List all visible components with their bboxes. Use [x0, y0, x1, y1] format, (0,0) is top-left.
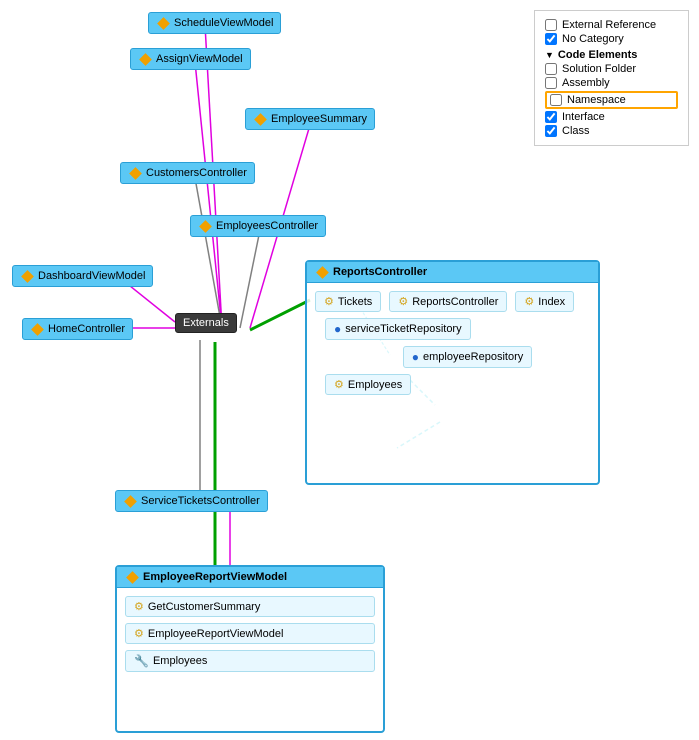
legend-interface-label: Interface	[562, 111, 605, 123]
legend-code-elements-label: Code Elements	[558, 49, 637, 61]
inner-get-customer-summary[interactable]: ⚙ GetCustomerSummary	[125, 596, 375, 617]
node-label: CustomersController	[146, 167, 247, 179]
legend-class-label: Class	[562, 125, 590, 137]
node-label: DashboardViewModel	[38, 270, 145, 282]
inner-service-ticket-repo[interactable]: ● serviceTicketRepository	[325, 318, 471, 340]
legend-code-elements-section: ▼ Code Elements	[545, 49, 678, 61]
node-customers-controller[interactable]: CustomersController	[120, 162, 255, 184]
legend-namespace[interactable]: Namespace	[545, 91, 678, 109]
node-home-controller[interactable]: HomeController	[22, 318, 133, 340]
field-icon: ●	[412, 350, 419, 364]
legend-solution-folder[interactable]: Solution Folder	[545, 63, 678, 75]
class-icon	[315, 265, 329, 279]
legend-interface[interactable]: Interface	[545, 111, 678, 123]
node-assign-view-model[interactable]: AssignViewModel	[130, 48, 251, 70]
class-icon	[128, 166, 142, 180]
container-title-employee-report: EmployeeReportViewModel	[117, 567, 383, 588]
employee-report-content: ⚙ GetCustomerSummary ⚙ EmployeeReportVie…	[117, 588, 383, 680]
legend-solution-folder-checkbox[interactable]	[545, 63, 557, 75]
legend-external-ref-label: External Reference	[562, 19, 656, 31]
node-label: AssignViewModel	[156, 53, 243, 65]
legend-no-category[interactable]: No Category	[545, 33, 678, 45]
node-employee-summary[interactable]: EmployeeSummary	[245, 108, 375, 130]
method-icon: ⚙	[324, 295, 334, 308]
class-icon	[253, 112, 267, 126]
inner-index[interactable]: ⚙ Index	[515, 291, 574, 312]
class-icon	[20, 269, 34, 283]
inner-employees-ervm[interactable]: 🔧 Employees	[125, 650, 375, 672]
method-icon: ⚙	[524, 295, 534, 308]
class-icon	[125, 570, 139, 584]
legend-class-checkbox[interactable]	[545, 125, 557, 137]
legend-no-category-label: No Category	[562, 33, 624, 45]
node-schedule-view-model[interactable]: ScheduleViewModel	[148, 12, 281, 34]
node-label: EmployeesController	[216, 220, 318, 232]
inner-reports-controller[interactable]: ⚙ ReportsController	[389, 291, 507, 312]
inner-tickets[interactable]: ⚙ Tickets	[315, 291, 381, 312]
legend-external-ref[interactable]: External Reference	[545, 19, 678, 31]
collapse-icon[interactable]: ▼	[545, 50, 554, 60]
legend-class[interactable]: Class	[545, 125, 678, 137]
legend-interface-checkbox[interactable]	[545, 111, 557, 123]
node-employees-controller[interactable]: EmployeesController	[190, 215, 326, 237]
legend-no-category-checkbox[interactable]	[545, 33, 557, 45]
container-reports-controller[interactable]: ReportsController ⚙ Tickets ⚙ ReportsCon…	[305, 260, 600, 485]
spanner-icon: 🔧	[134, 654, 149, 668]
node-label: ScheduleViewModel	[174, 17, 273, 29]
node-label: ServiceTicketsController	[141, 495, 260, 507]
field-icon: ●	[334, 322, 341, 336]
diagram-canvas: ScheduleViewModel AssignViewModel Employ…	[0, 0, 699, 740]
method-icon: ⚙	[398, 295, 408, 308]
container-employee-report-view-model[interactable]: EmployeeReportViewModel ⚙ GetCustomerSum…	[115, 565, 385, 733]
method-icon: ⚙	[334, 378, 344, 391]
legend-assembly-checkbox[interactable]	[545, 77, 557, 89]
legend-namespace-checkbox[interactable]	[550, 94, 562, 106]
reports-content: ⚙ Tickets ⚙ ReportsController ⚙ Index ● …	[307, 283, 598, 403]
class-icon	[138, 52, 152, 66]
node-dashboard-view-model[interactable]: DashboardViewModel	[12, 265, 153, 287]
class-icon	[156, 16, 170, 30]
node-label: HomeController	[48, 323, 125, 335]
node-externals[interactable]: Externals	[175, 313, 237, 333]
legend-assembly[interactable]: Assembly	[545, 77, 678, 89]
inner-employee-repo[interactable]: ● employeeRepository	[403, 346, 533, 368]
method-icon: ⚙	[134, 600, 144, 613]
legend-assembly-label: Assembly	[562, 77, 610, 89]
node-label: EmployeeSummary	[271, 113, 367, 125]
class-icon	[198, 219, 212, 233]
method-icon: ⚙	[134, 627, 144, 640]
reports-top-row: ⚙ Tickets ⚙ ReportsController ⚙ Index	[315, 291, 590, 312]
legend-external-ref-checkbox[interactable]	[545, 19, 557, 31]
legend-solution-folder-label: Solution Folder	[562, 63, 636, 75]
class-icon	[30, 322, 44, 336]
class-icon	[123, 494, 137, 508]
node-service-tickets-controller[interactable]: ServiceTicketsController	[115, 490, 268, 512]
inner-employee-report-view-model[interactable]: ⚙ EmployeeReportViewModel	[125, 623, 375, 644]
legend-namespace-label: Namespace	[567, 94, 626, 106]
node-label: Externals	[183, 317, 229, 329]
legend-panel: External Reference No Category ▼ Code El…	[534, 10, 689, 146]
container-title-reports: ReportsController	[307, 262, 598, 283]
inner-employees[interactable]: ⚙ Employees	[325, 374, 411, 395]
